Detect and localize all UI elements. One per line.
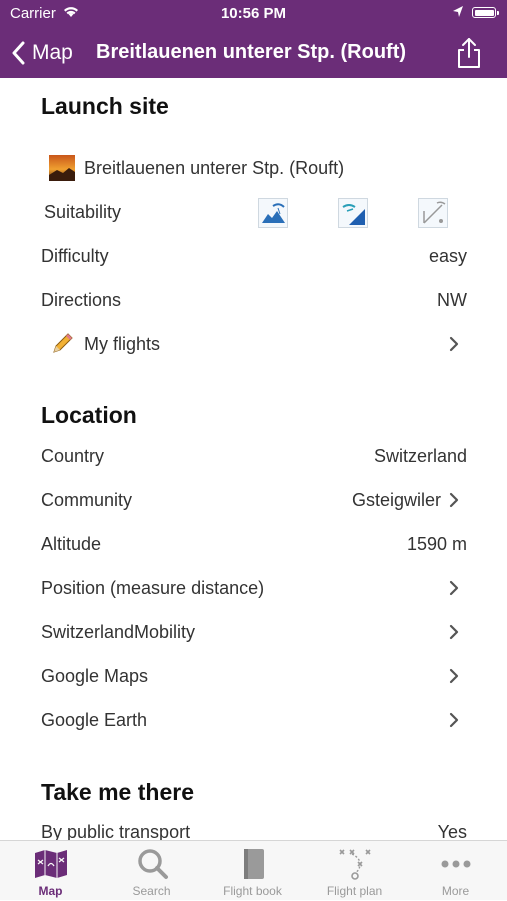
share-button[interactable] bbox=[454, 36, 484, 70]
community-value: Gsteigwiler bbox=[351, 490, 441, 510]
google-earth-row[interactable]: Google Earth bbox=[41, 700, 467, 740]
tab-flight-book[interactable]: Flight book bbox=[202, 841, 303, 901]
chevron-right-icon bbox=[449, 336, 459, 352]
directions-label: Directions bbox=[41, 290, 122, 310]
launch-site-name-row: Breitlauenen unterer Stp. (Rouft) bbox=[41, 148, 467, 188]
google-maps-label: Google Maps bbox=[41, 666, 149, 686]
directions-value: NW bbox=[437, 290, 467, 310]
section-heading-launch-site: Launch site bbox=[41, 93, 169, 119]
tab-search[interactable]: Search bbox=[101, 841, 202, 901]
difficulty-label: Difficulty bbox=[41, 246, 109, 266]
altitude-value: 1590 m bbox=[406, 534, 467, 554]
section-heading-location: Location bbox=[41, 402, 137, 428]
landing-icon bbox=[418, 198, 448, 228]
country-row: Country Switzerland bbox=[41, 436, 467, 476]
search-icon bbox=[138, 849, 168, 879]
country-value: Switzerland bbox=[373, 446, 467, 466]
tab-more-label: More bbox=[441, 884, 470, 898]
tab-search-label: Search bbox=[132, 884, 171, 898]
tab-bar: Map Search Flight book Flight plan More bbox=[0, 840, 507, 900]
page-title: Breitlauenen unterer Stp. (Rouft) bbox=[96, 41, 407, 63]
book-icon bbox=[244, 849, 264, 879]
tab-flight-plan[interactable]: Flight plan bbox=[304, 841, 405, 901]
pencil-icon bbox=[49, 331, 75, 357]
public-transport-row: By public transport Yes bbox=[41, 812, 467, 840]
tab-map-label: Map bbox=[38, 884, 63, 898]
suitability-row: Suitability bbox=[41, 192, 467, 232]
site-photo-icon bbox=[49, 155, 75, 181]
status-bar: Carrier 10:56 PM bbox=[0, 0, 507, 28]
altitude-label: Altitude bbox=[41, 534, 102, 554]
detail-content[interactable]: Launch site Breitlauenen unterer Stp. (R… bbox=[0, 78, 507, 840]
position-label: Position (measure distance) bbox=[41, 578, 265, 598]
google-earth-label: Google Earth bbox=[41, 710, 148, 730]
difficulty-value: easy bbox=[428, 246, 467, 266]
paragliding-icon bbox=[258, 198, 288, 228]
altitude-row: Altitude 1590 m bbox=[41, 524, 467, 564]
public-transport-label: By public transport bbox=[41, 822, 191, 840]
position-row[interactable]: Position (measure distance) bbox=[41, 568, 467, 608]
navigation-bar: Map Breitlauenen unterer Stp. (Rouft) bbox=[0, 28, 507, 78]
launch-site-name: Breitlauenen unterer Stp. (Rouft) bbox=[84, 158, 345, 178]
location-arrow-icon bbox=[452, 5, 464, 23]
tab-flight-plan-label: Flight plan bbox=[326, 884, 383, 898]
flight-plan-icon bbox=[339, 849, 371, 880]
back-button-label: Map bbox=[32, 41, 73, 64]
community-label: Community bbox=[41, 490, 133, 510]
my-flights-label: My flights bbox=[84, 334, 161, 354]
tab-flight-book-label: Flight book bbox=[223, 884, 282, 898]
google-maps-row[interactable]: Google Maps bbox=[41, 656, 467, 696]
difficulty-row: Difficulty easy bbox=[41, 236, 467, 276]
clock: 10:56 PM bbox=[220, 5, 287, 22]
back-button[interactable]: Map bbox=[12, 38, 73, 68]
map-icon bbox=[35, 850, 67, 878]
more-icon bbox=[441, 860, 471, 868]
chevron-right-icon bbox=[449, 492, 459, 508]
section-heading-take-me-there: Take me there bbox=[41, 779, 194, 805]
tab-more[interactable]: More bbox=[405, 841, 506, 901]
community-row[interactable]: Community Gsteigwiler bbox=[41, 480, 467, 520]
tab-map[interactable]: Map bbox=[0, 841, 101, 901]
chevron-right-icon bbox=[449, 624, 459, 640]
directions-row: Directions NW bbox=[41, 280, 467, 320]
public-transport-value: Yes bbox=[437, 822, 467, 840]
chevron-right-icon bbox=[449, 712, 459, 728]
chevron-right-icon bbox=[449, 580, 459, 596]
switzerland-mobility-label: SwitzerlandMobility bbox=[41, 622, 196, 642]
hanggliding-icon bbox=[338, 198, 368, 228]
chevron-right-icon bbox=[449, 668, 459, 684]
country-label: Country bbox=[41, 446, 105, 466]
my-flights-row[interactable]: My flights bbox=[41, 324, 467, 364]
share-icon bbox=[458, 38, 480, 68]
chevron-left-icon bbox=[12, 41, 25, 65]
switzerland-mobility-row[interactable]: SwitzerlandMobility bbox=[41, 612, 467, 652]
suitability-label: Suitability bbox=[44, 202, 122, 222]
battery-icon bbox=[472, 7, 499, 18]
